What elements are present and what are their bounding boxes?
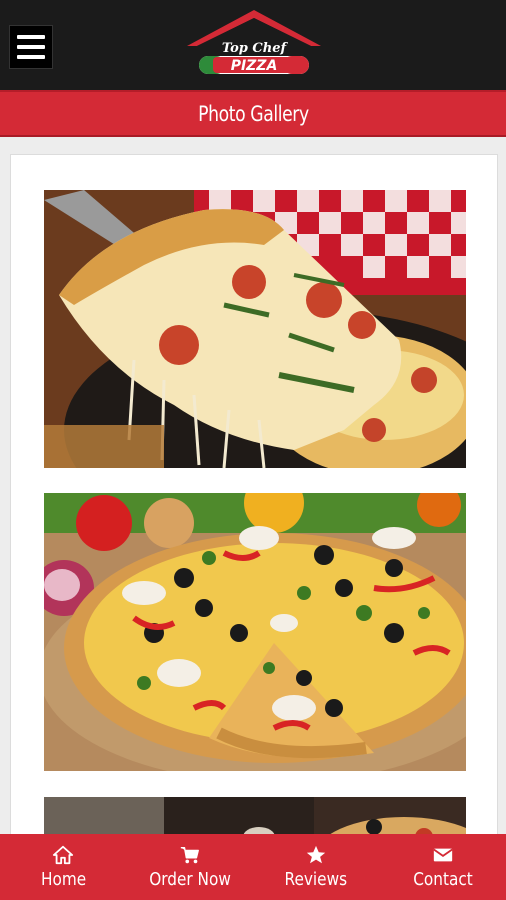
gallery-photo-1[interactable] bbox=[44, 190, 466, 468]
nav-contact[interactable]: Contact bbox=[380, 834, 506, 900]
nav-reviews-label: Reviews bbox=[284, 869, 348, 890]
nav-home[interactable]: Home bbox=[0, 834, 127, 900]
app-header: Top Chef PIZZA bbox=[0, 0, 506, 90]
page-title: Photo Gallery bbox=[197, 101, 309, 126]
page-title-bar: Photo Gallery bbox=[0, 90, 506, 137]
cart-icon bbox=[180, 846, 199, 864]
hamburger-menu-button[interactable] bbox=[9, 25, 53, 69]
mail-icon bbox=[433, 848, 453, 862]
logo-text-top: Top Chef bbox=[222, 41, 289, 56]
logo-text-bottom: PIZZA bbox=[231, 58, 278, 74]
nav-contact-label: Contact bbox=[412, 869, 473, 890]
top-chef-pizza-logo[interactable]: Top Chef PIZZA bbox=[183, 6, 325, 78]
vegetable-pizza-image bbox=[44, 493, 466, 771]
nav-order-now-label: Order Now bbox=[148, 869, 231, 890]
pizza-slice-image bbox=[44, 190, 466, 468]
home-icon bbox=[53, 845, 74, 865]
menu-bar bbox=[17, 35, 45, 39]
nav-reviews[interactable]: Reviews bbox=[253, 834, 380, 900]
nav-order-now[interactable]: Order Now bbox=[127, 834, 254, 900]
nav-home-label: Home bbox=[40, 869, 86, 890]
menu-bar bbox=[17, 55, 45, 59]
gallery-photo-2[interactable] bbox=[44, 493, 466, 771]
bottom-navigation: Home Order Now Reviews Contact bbox=[0, 834, 506, 900]
gallery-panel[interactable] bbox=[10, 154, 498, 854]
star-icon bbox=[307, 845, 326, 864]
menu-bar bbox=[17, 45, 45, 49]
